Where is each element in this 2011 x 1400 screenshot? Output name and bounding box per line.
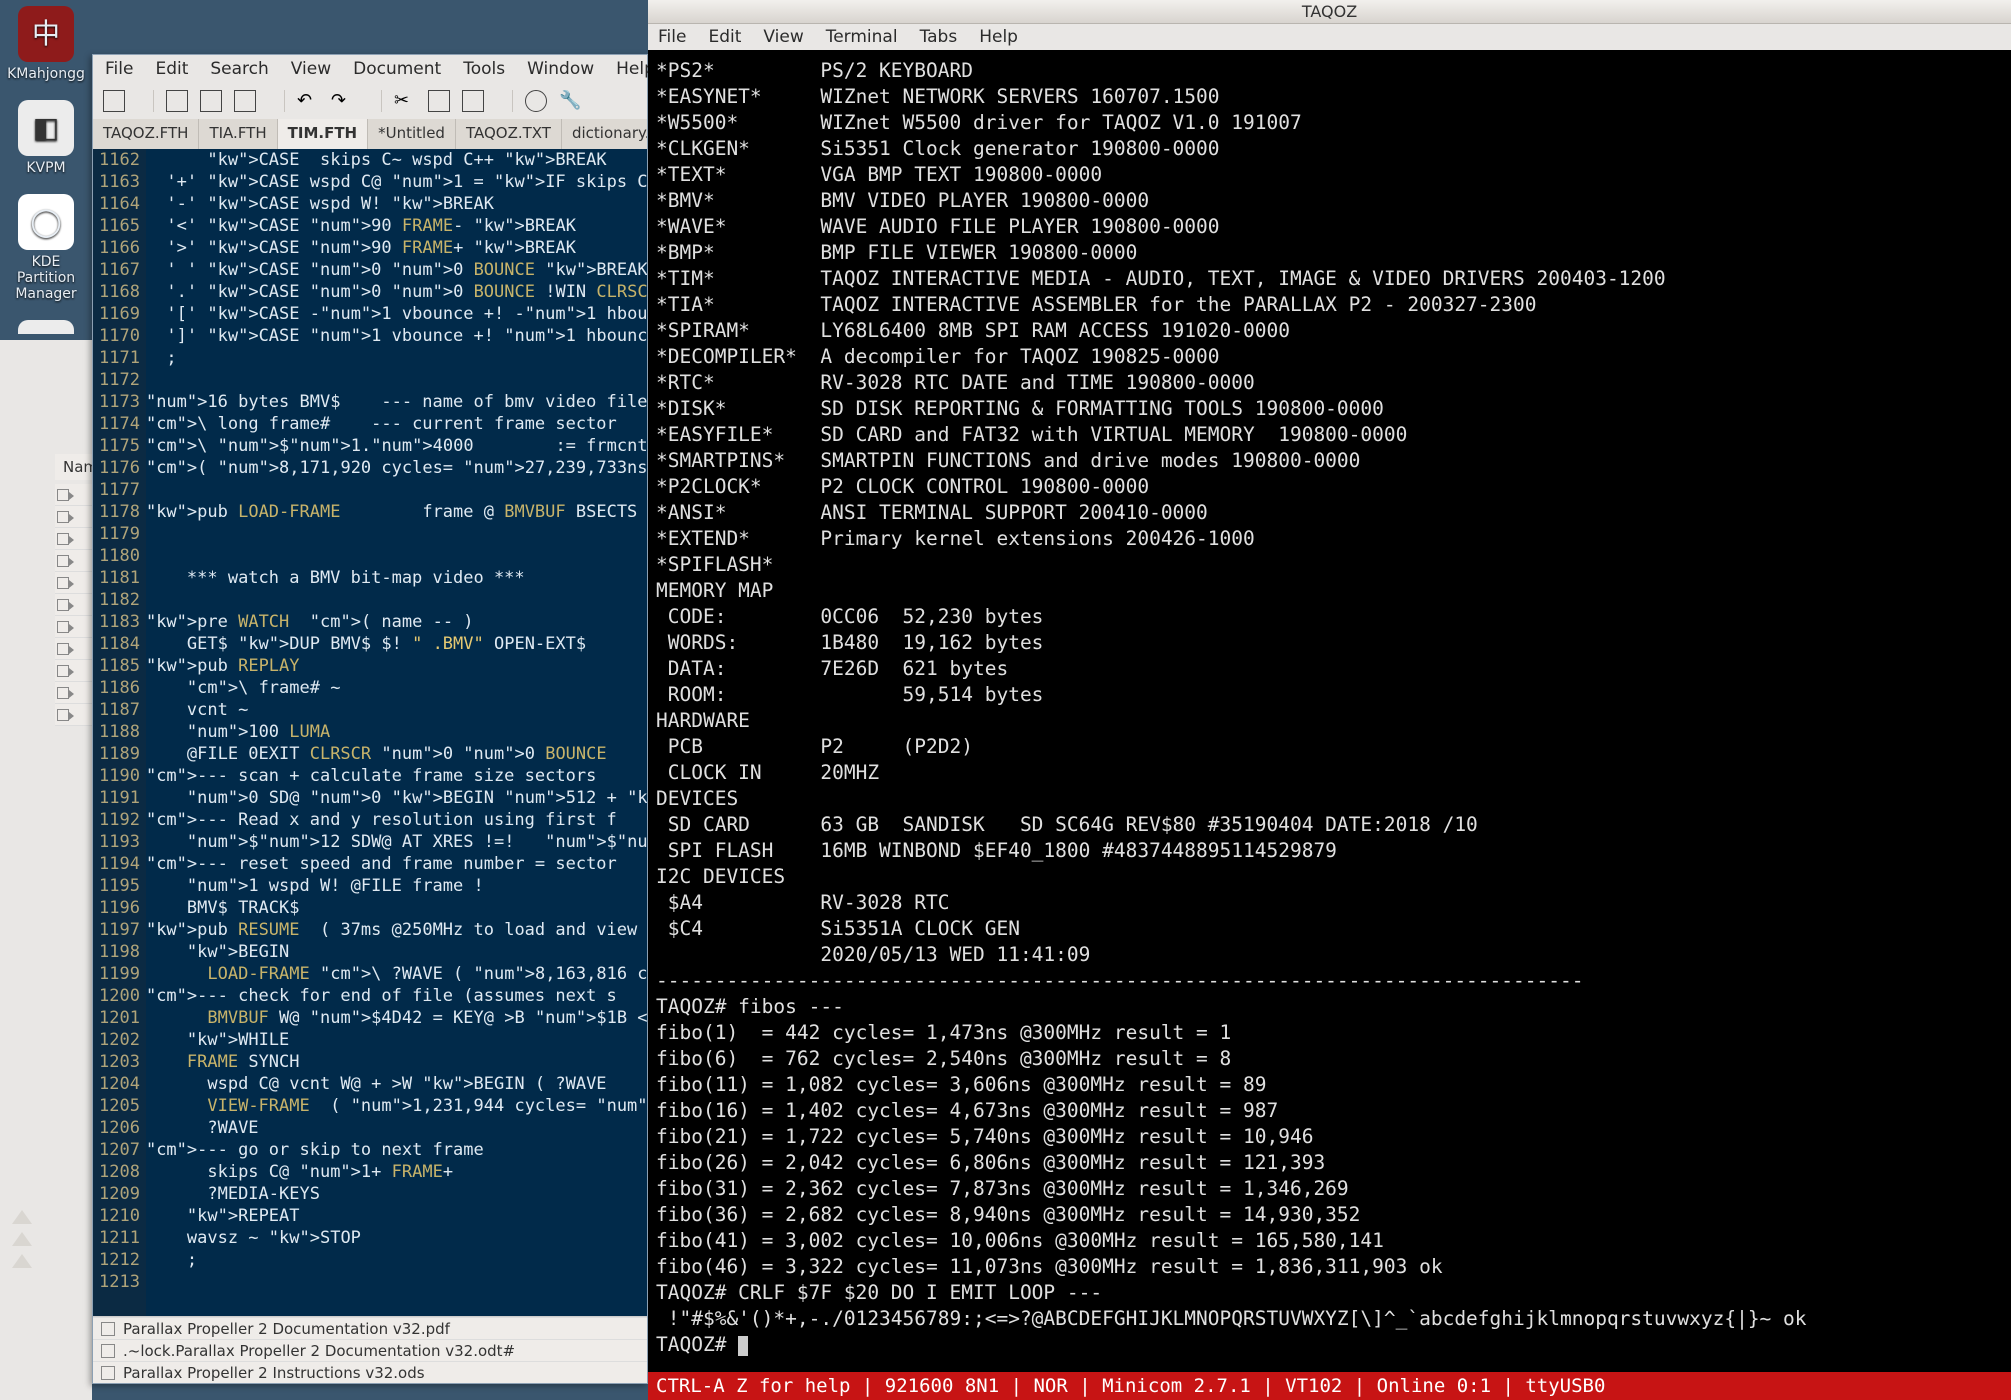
panel-scroll-arrows[interactable] xyxy=(12,1210,32,1268)
save-icon[interactable] xyxy=(200,90,222,112)
tools-icon[interactable]: 🔧 xyxy=(559,90,581,112)
arrow-up-icon[interactable] xyxy=(12,1232,32,1246)
desktop-icons: 中 KMahjongg ◧ KVPM ◯ KDE Partition Manag… xyxy=(0,0,92,346)
term-menu-view[interactable]: View xyxy=(763,27,803,47)
term-menu-help[interactable]: Help xyxy=(979,27,1018,47)
desktop-icon-kvpm[interactable]: ◧ KVPM xyxy=(0,94,92,182)
fm-tree-row[interactable] xyxy=(55,682,95,704)
fm-tree-row[interactable] xyxy=(55,572,95,594)
terminal-output[interactable]: *PS2* PS/2 KEYBOARD *EASYNET* WIZnet NET… xyxy=(648,50,2011,1372)
menu-file[interactable]: File xyxy=(105,59,133,79)
terminal-window: TAQOZ File Edit View Terminal Tabs Help … xyxy=(648,0,2011,1400)
terminal-menubar: File Edit View Terminal Tabs Help xyxy=(648,24,2011,50)
tab-tim-fth[interactable]: TIM.FTH xyxy=(278,119,368,149)
fm-tree-row[interactable] xyxy=(55,506,95,528)
partial-icon xyxy=(18,320,74,334)
fm-tree-row[interactable] xyxy=(55,638,95,660)
minicom-statusbar: CTRL-A Z for help | 921600 8N1 | NOR | M… xyxy=(648,1372,2011,1400)
line-number-gutter: 1162 1163 1164 1165 1166 1167 1168 1169 … xyxy=(93,149,146,1383)
menu-search[interactable]: Search xyxy=(210,59,268,79)
folder-icon xyxy=(57,665,69,677)
tab-tia-fth[interactable]: TIA.FTH xyxy=(199,119,277,149)
editor-menubar: File Edit Search View Document Tools Win… xyxy=(93,55,647,83)
kvpm-icon: ◧ xyxy=(18,100,74,156)
fm-tree-row[interactable] xyxy=(55,484,95,506)
file-icon xyxy=(101,1366,115,1380)
tab-taqoz-fth[interactable]: TAQOZ.FTH xyxy=(93,119,199,149)
open-icon[interactable] xyxy=(166,90,188,112)
folder-icon xyxy=(57,643,69,655)
redo-icon[interactable]: ↷ xyxy=(331,90,353,112)
new-file-icon[interactable] xyxy=(103,90,125,112)
tab-dictionary[interactable]: dictionary.twc xyxy=(562,119,647,149)
terminal-title: TAQOZ xyxy=(648,0,2011,24)
folder-icon xyxy=(57,555,69,567)
desktop-icon-label: KVPM xyxy=(2,160,90,176)
footer-file-row[interactable]: Parallax Propeller 2 Documentation v32.p… xyxy=(93,1317,647,1339)
fm-tree-row[interactable] xyxy=(55,660,95,682)
folder-icon xyxy=(57,709,69,721)
folder-icon xyxy=(57,533,69,545)
copy-icon[interactable] xyxy=(428,90,450,112)
cut-icon[interactable]: ✂ xyxy=(394,90,416,112)
fm-tree-row[interactable] xyxy=(55,594,95,616)
kmahjongg-icon: 中 xyxy=(18,6,74,62)
editor-tabs: TAQOZ.FTH TIA.FTH TIM.FTH *Untitled TAQO… xyxy=(93,119,647,149)
paste-icon[interactable] xyxy=(462,90,484,112)
kde-partition-icon: ◯ xyxy=(18,194,74,250)
fm-tree-row[interactable] xyxy=(55,704,95,726)
folder-icon xyxy=(57,599,69,611)
folder-icon xyxy=(57,687,69,699)
menu-edit[interactable]: Edit xyxy=(155,59,188,79)
code-area[interactable]: "kw">CASE skips C~ wspd C++ "kw">BREAK '… xyxy=(146,149,647,1383)
desktop-icon-label: KMahjongg xyxy=(2,66,90,82)
footer-file-name: .~lock.Parallax Propeller 2 Documentatio… xyxy=(123,1342,515,1360)
menu-window[interactable]: Window xyxy=(527,59,594,79)
term-menu-terminal[interactable]: Terminal xyxy=(826,27,898,47)
desktop-icon-partial[interactable] xyxy=(0,314,92,340)
desktop-icon-kmahjongg[interactable]: 中 KMahjongg xyxy=(0,0,92,88)
arrow-up-icon[interactable] xyxy=(12,1254,32,1268)
term-menu-tabs[interactable]: Tabs xyxy=(920,27,958,47)
file-icon xyxy=(101,1322,115,1336)
menu-tools[interactable]: Tools xyxy=(463,59,505,79)
footer-file-row[interactable]: .~lock.Parallax Propeller 2 Documentatio… xyxy=(93,1339,647,1361)
file-icon xyxy=(101,1344,115,1358)
save-all-icon[interactable] xyxy=(234,90,256,112)
tab-untitled[interactable]: *Untitled xyxy=(368,119,456,149)
desktop-icon-kde-partition[interactable]: ◯ KDE Partition Manager xyxy=(0,188,92,308)
fm-tree xyxy=(55,484,95,726)
fm-tree-row[interactable] xyxy=(55,616,95,638)
folder-icon xyxy=(57,511,69,523)
editor-toolbar: ↶ ↷ ✂ 🔧 xyxy=(93,83,647,119)
menu-view[interactable]: View xyxy=(291,59,331,79)
fm-tree-row[interactable] xyxy=(55,528,95,550)
tab-taqoz-txt[interactable]: TAQOZ.TXT xyxy=(456,119,562,149)
term-menu-file[interactable]: File xyxy=(658,27,686,47)
folder-icon xyxy=(57,489,69,501)
editor-footer: Parallax Propeller 2 Documentation v32.p… xyxy=(93,1316,647,1383)
fm-tree-row[interactable] xyxy=(55,550,95,572)
folder-icon xyxy=(57,621,69,633)
undo-icon[interactable]: ↶ xyxy=(297,90,319,112)
editor-body[interactable]: 1162 1163 1164 1165 1166 1167 1168 1169 … xyxy=(93,149,647,1383)
footer-file-row[interactable]: Parallax Propeller 2 Instructions v32.od… xyxy=(93,1361,647,1383)
menu-document[interactable]: Document xyxy=(353,59,441,79)
folder-icon xyxy=(57,577,69,589)
editor-window: File Edit Search View Document Tools Win… xyxy=(92,54,648,1384)
footer-file-name: Parallax Propeller 2 Documentation v32.p… xyxy=(123,1320,450,1338)
desktop-icon-label: KDE Partition Manager xyxy=(2,254,90,302)
search-icon[interactable] xyxy=(525,90,547,112)
term-menu-edit[interactable]: Edit xyxy=(708,27,741,47)
footer-file-name: Parallax Propeller 2 Instructions v32.od… xyxy=(123,1364,425,1382)
arrow-up-icon[interactable] xyxy=(12,1210,32,1224)
